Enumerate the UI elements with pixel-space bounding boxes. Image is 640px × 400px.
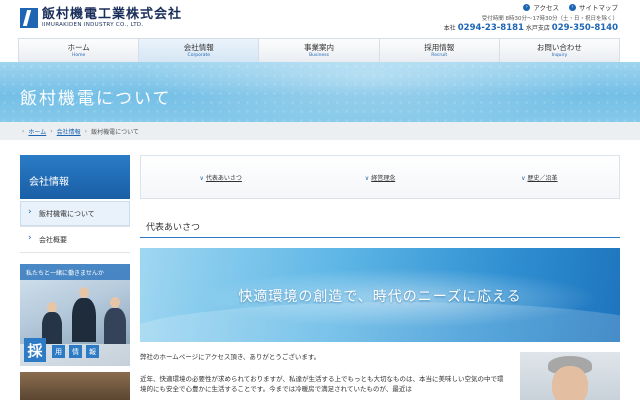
- site-header: 飯村機電工業株式会社 IIMURAKIDEN INDUSTRY CO., LTD…: [0, 0, 640, 38]
- chevron-down-icon: ∨: [199, 174, 204, 182]
- head-office-tel[interactable]: 0294-23-8181: [458, 23, 524, 33]
- company-logo[interactable]: 飯村機電工業株式会社 IIMURAKIDEN INDUSTRY CO., LTD…: [20, 8, 182, 29]
- nav-recruit[interactable]: 採用情報 Recruit: [378, 39, 499, 62]
- anchor-greeting[interactable]: ∨ 代表あいさつ: [141, 173, 300, 182]
- chevron-right-icon: ›: [569, 3, 576, 11]
- breadcrumb-corporate[interactable]: 会社情報: [57, 127, 81, 136]
- global-nav: ホーム Home 会社情報 Corporate 事業案内 Business 採用…: [18, 38, 621, 62]
- portrait-face: [552, 366, 588, 400]
- sidebar-photo[interactable]: [20, 372, 130, 400]
- logo-mark-icon: [20, 8, 38, 28]
- sidebar-title: 会社情報: [20, 155, 130, 199]
- breadcrumb: › ホーム › 会社情報 › 飯村機電について: [0, 122, 640, 140]
- nav-corporate[interactable]: 会社情報 Corporate: [138, 39, 259, 62]
- hero-slogan: 快適環境の創造で、時代のニーズに応える: [238, 289, 522, 305]
- anchor-history[interactable]: ∨ 歴史／沿革: [460, 173, 619, 182]
- access-link-label: アクセス: [533, 4, 559, 12]
- head-office-label: 本社: [443, 25, 456, 32]
- recruit-char: 情: [69, 345, 82, 358]
- chevron-right-icon: ›: [84, 127, 88, 135]
- recruit-tagline: 私たちと一緒に働きませんか: [20, 264, 130, 280]
- anchor-label: 経営理念: [371, 174, 396, 182]
- anchor-philosophy[interactable]: ∨ 経営理念: [300, 173, 459, 182]
- sitemap-link[interactable]: › サイトマップ: [569, 2, 618, 12]
- nav-business-label: 事業案内: [304, 43, 334, 52]
- page-banner: 飯村機電について: [0, 62, 640, 122]
- breadcrumb-home[interactable]: ホーム: [28, 127, 46, 136]
- branch-label: 水戸支店: [525, 25, 550, 32]
- recruit-char: 報: [86, 345, 99, 358]
- sidebar-item-about[interactable]: 飯村機電について: [20, 201, 130, 227]
- hero-wave: [140, 302, 620, 342]
- nav-business[interactable]: 事業案内 Business: [258, 39, 379, 62]
- company-name-en: IIMURAKIDEN INDUSTRY CO., LTD.: [42, 22, 144, 28]
- recruit-big-char: 採: [24, 338, 46, 362]
- president-portrait: [520, 352, 620, 400]
- company-name-ja: 飯村機電工業株式会社: [42, 7, 183, 22]
- breadcrumb-current: 飯村機電について: [91, 128, 139, 136]
- contact-info: 受付時間 8時30分〜17時30分（土・日・祝日を除く） 本社 0294-23-…: [444, 16, 618, 34]
- recruit-chars: 用 情 報: [52, 345, 99, 358]
- person-figure: [72, 298, 96, 342]
- nav-corporate-label: 会社情報: [183, 43, 214, 52]
- nav-home-label: ホーム: [67, 43, 90, 52]
- top-links: › アクセス › サイトマップ: [523, 2, 618, 12]
- person-figure: [104, 308, 126, 344]
- sidebar-item-overview[interactable]: 会社概要: [20, 227, 130, 253]
- anchor-label: 歴史／沿革: [527, 174, 558, 182]
- business-hours: 受付時間 8時30分〜17時30分（土・日・祝日を除く）: [481, 16, 618, 22]
- nav-recruit-sub: Recruit: [431, 53, 448, 58]
- nav-corporate-sub: Corporate: [187, 53, 211, 58]
- recruit-char: 用: [52, 345, 65, 358]
- anchor-label: 代表あいさつ: [205, 174, 242, 182]
- chevron-right-icon: ›: [22, 127, 25, 135]
- chevron-down-icon: ∨: [364, 174, 370, 182]
- nav-inquiry[interactable]: お問い合わせ Inquiry: [498, 39, 621, 62]
- message-hero-image: 快適環境の創造で、時代のニーズに応える: [140, 248, 620, 342]
- chevron-down-icon: ∨: [521, 174, 526, 182]
- page-title: 飯村機電について: [20, 89, 172, 109]
- section-heading: 代表あいさつ: [140, 216, 620, 238]
- nav-home-sub: Home: [71, 53, 86, 58]
- sidebar-item-label: 飯村機電について: [39, 209, 95, 218]
- sitemap-link-label: サイトマップ: [579, 4, 618, 12]
- anchor-nav: ∨ 代表あいさつ ∨ 経営理念 ∨ 歴史／沿革: [140, 155, 620, 199]
- nav-home[interactable]: ホーム Home: [18, 39, 139, 62]
- chevron-right-icon: ›: [50, 127, 53, 135]
- nav-inquiry-label: お問い合わせ: [536, 43, 582, 52]
- greeting-paragraph: 近年、快適環境の必要性が求められておりますが、私達が生活する上でもっとも大切なも…: [140, 375, 504, 393]
- sidebar-item-label: 会社概要: [39, 235, 67, 244]
- nav-inquiry-sub: Inquiry: [551, 53, 568, 58]
- greeting-paragraph: 弊社のホームページにアクセス頂き、ありがとうございます。: [140, 353, 321, 361]
- recruit-banner[interactable]: 私たちと一緒に働きませんか 採 用 情 報: [20, 264, 130, 366]
- nav-recruit-label: 採用情報: [424, 43, 455, 52]
- branch-tel[interactable]: 029-350-8140: [552, 23, 618, 33]
- access-link[interactable]: › アクセス: [523, 2, 559, 12]
- person-head: [79, 287, 89, 298]
- nav-business-sub: Business: [309, 53, 329, 58]
- person-head: [110, 297, 120, 308]
- chevron-right-icon: ›: [523, 3, 531, 11]
